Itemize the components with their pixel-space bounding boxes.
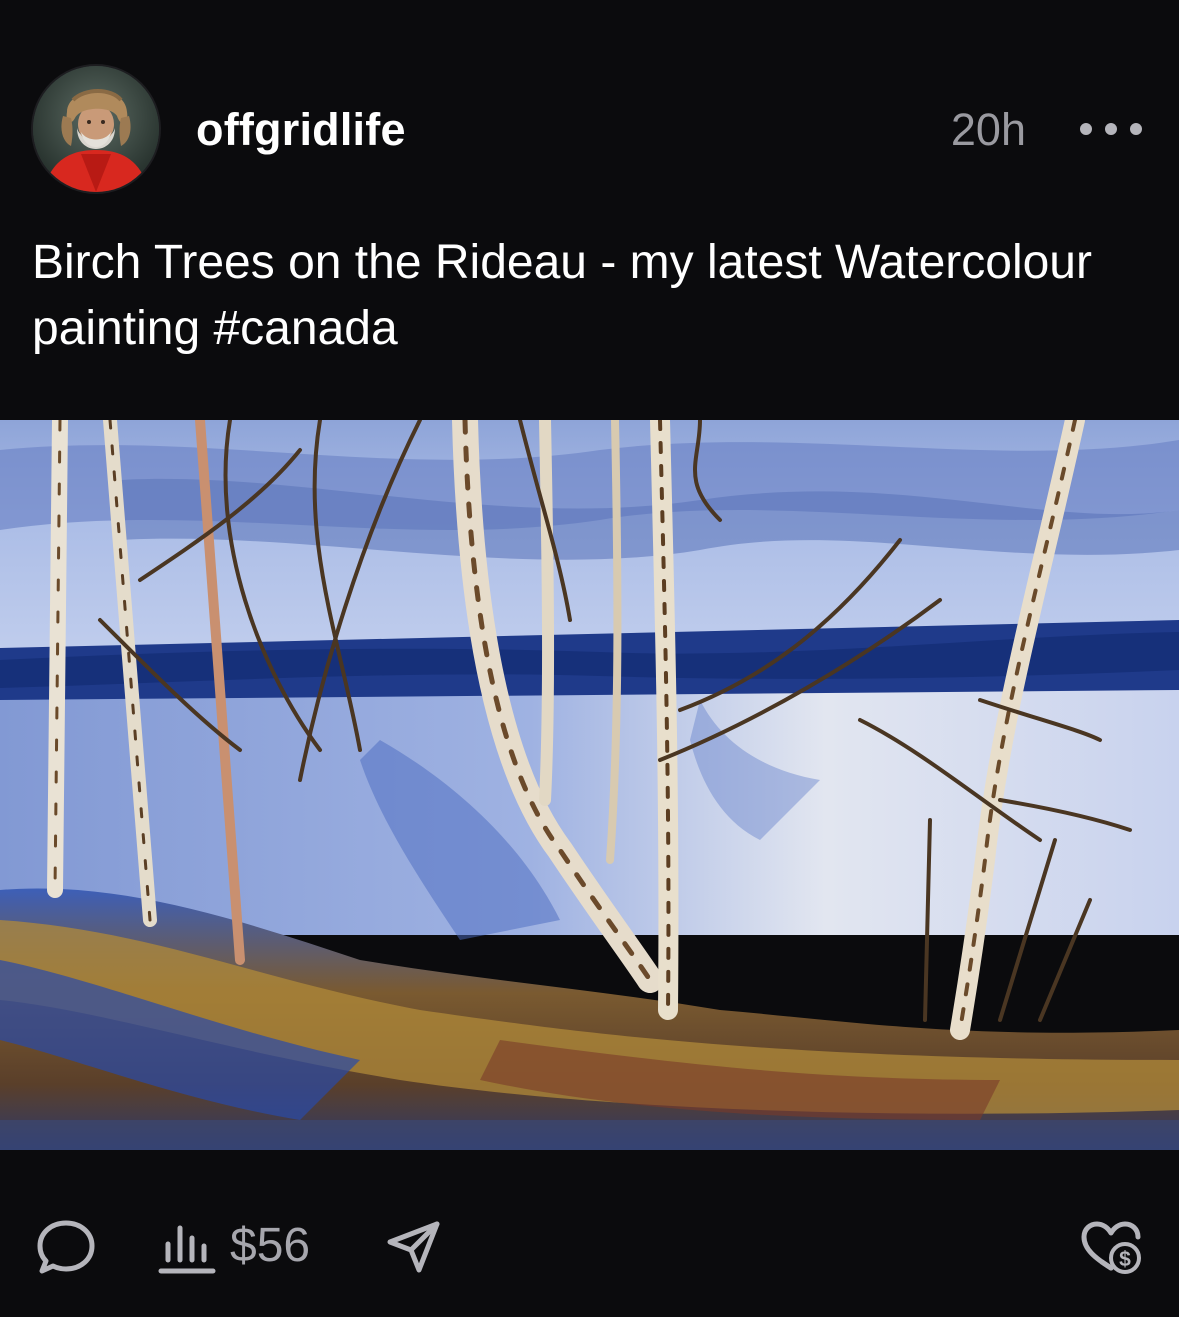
username[interactable]: offgridlife	[196, 104, 406, 156]
more-options-button[interactable]	[1080, 110, 1142, 148]
stats-button[interactable]: $56	[158, 1216, 310, 1276]
post-timestamp: 20h	[950, 104, 1026, 155]
svg-text:$: $	[1119, 1248, 1131, 1271]
more-dot	[1130, 123, 1142, 135]
heart-dollar-icon: $	[1081, 1221, 1141, 1274]
more-horizontal-icon	[1080, 123, 1092, 135]
tip-button[interactable]: $	[1080, 1220, 1142, 1276]
comment-button[interactable]	[36, 1218, 96, 1276]
post-caption: Birch Trees on the Rideau - my latest Wa…	[32, 230, 1132, 362]
post-actions-bar: $56 $	[0, 1200, 1179, 1290]
hashtag-link[interactable]: #canada	[213, 302, 397, 355]
paper-plane-icon	[387, 1221, 440, 1273]
avatar[interactable]	[33, 66, 159, 192]
post-image[interactable]	[0, 420, 1179, 1150]
bar-chart-icon	[158, 1225, 216, 1274]
caption-text: Birch Trees on the Rideau - my latest Wa…	[32, 236, 1092, 355]
comment-bubble-icon	[37, 1220, 95, 1274]
post-card: offgridlife 20h Birch Trees on the Ridea…	[0, 0, 1179, 1317]
stats-value: $56	[230, 1219, 311, 1272]
watercolour-painting-image	[0, 420, 1179, 1150]
avatar-portrait-icon	[33, 66, 159, 192]
share-button[interactable]	[385, 1218, 443, 1276]
more-dot	[1105, 123, 1117, 135]
